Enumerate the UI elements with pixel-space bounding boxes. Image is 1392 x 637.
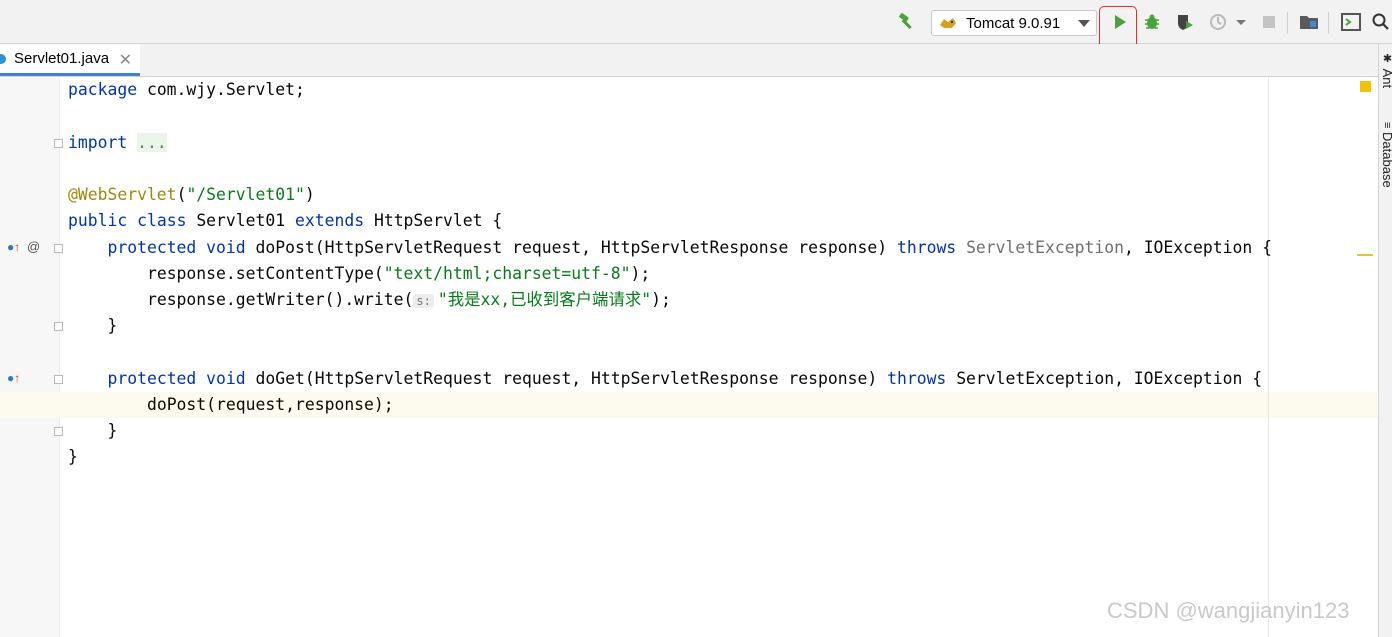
override-icon[interactable]: ●↑ bbox=[7, 240, 20, 254]
warning-marker[interactable] bbox=[1357, 254, 1373, 256]
java-class-icon bbox=[0, 53, 6, 64]
annotation-icon: @ bbox=[27, 239, 41, 254]
database-icon: ≡ bbox=[1381, 122, 1392, 129]
code-line-write: response.getWriter().write(s: "我是xx,已收到客户… bbox=[146, 290, 671, 309]
parameter-hint: s: bbox=[413, 294, 434, 308]
code-line-doget-decl: protected void doGet(HttpServletRequest … bbox=[107, 369, 1263, 388]
import-fold-placeholder[interactable]: ... bbox=[137, 133, 167, 152]
search-icon[interactable] bbox=[1371, 12, 1391, 32]
code-line-doget-close: } bbox=[107, 421, 118, 440]
code-line-dopost-decl: protected void doPost(HttpServletRequest… bbox=[107, 238, 1272, 257]
database-panel-button[interactable]: ≡ Database bbox=[1380, 122, 1392, 188]
folder-icon[interactable] bbox=[1299, 12, 1319, 32]
chevron-down-icon bbox=[1078, 20, 1090, 27]
tab-label: Servlet01.java bbox=[14, 50, 110, 67]
code-line-import: import ... bbox=[68, 133, 167, 152]
code-line-class-close: } bbox=[68, 447, 78, 466]
close-icon[interactable]: ✕ bbox=[119, 50, 132, 70]
code-line-class-decl: public class Servlet01 extends HttpServl… bbox=[68, 211, 503, 230]
ant-icon: ✱ bbox=[1381, 52, 1392, 65]
code-line-package: package com.wjy.Servlet; bbox=[68, 80, 305, 99]
ant-panel-button[interactable]: ✱ Ant bbox=[1380, 52, 1392, 88]
run-config-selector[interactable]: Tomcat 9.0.91 bbox=[931, 10, 1097, 36]
bug-icon[interactable] bbox=[1142, 12, 1162, 32]
code-line-dopost-call: doPost(request,response); bbox=[146, 395, 394, 414]
tomcat-icon bbox=[938, 13, 958, 33]
code-line-annotation: @WebServlet("/Servlet01") bbox=[68, 185, 315, 204]
stop-icon[interactable] bbox=[1259, 12, 1279, 32]
code-line-dopost-close: } bbox=[107, 316, 118, 335]
toolbar-divider bbox=[1328, 12, 1329, 34]
watermark: CSDN @wangjianyin123 bbox=[1107, 598, 1350, 623]
editor-tab-bar: Servlet01.java ✕ bbox=[0, 44, 1378, 77]
chevron-down-icon[interactable] bbox=[1231, 12, 1251, 32]
window-icon[interactable] bbox=[1341, 12, 1361, 32]
override-icon[interactable]: ●↑ bbox=[7, 371, 20, 385]
run-config-label: Tomcat 9.0.91 bbox=[966, 14, 1061, 32]
right-tool-strip: ✱ Ant ≡ Database bbox=[1378, 44, 1392, 637]
toolbar-divider bbox=[1287, 12, 1288, 34]
shield-run-icon[interactable] bbox=[1175, 12, 1195, 32]
main-toolbar: Tomcat 9.0.91 bbox=[0, 0, 1392, 56]
hammer-icon[interactable] bbox=[896, 12, 916, 32]
editor-gutter[interactable] bbox=[0, 77, 60, 637]
tab-servlet01-java[interactable]: Servlet01.java ✕ bbox=[0, 44, 140, 76]
code-line-set-content-type: response.setContentType("text/html;chars… bbox=[146, 264, 651, 283]
inspection-status-icon[interactable] bbox=[1360, 81, 1371, 92]
code-editor[interactable] bbox=[60, 77, 1378, 637]
profiler-icon[interactable] bbox=[1209, 12, 1229, 32]
